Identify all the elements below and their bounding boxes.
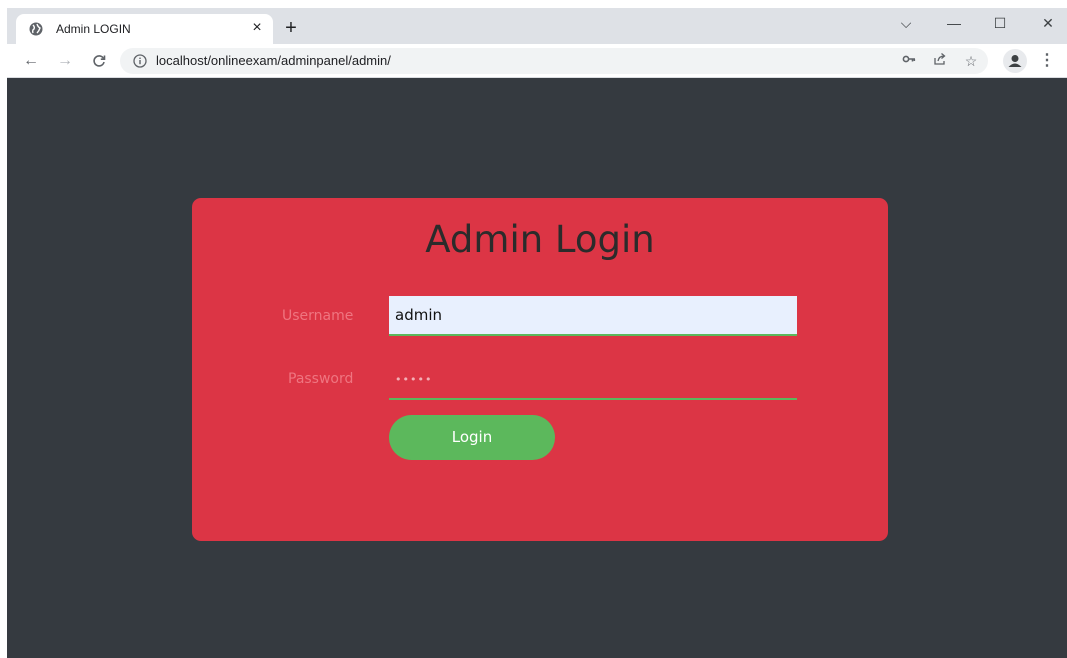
page-title: Admin Login	[425, 218, 655, 261]
page-viewport: Admin Login Username Password ••••• Logi…	[7, 78, 1067, 658]
username-input[interactable]	[389, 296, 797, 336]
password-input[interactable]: •••••	[389, 360, 797, 400]
password-label: Password	[288, 371, 354, 387]
url-host: localhost	[156, 53, 208, 68]
browser-toolbar: ← → localhost/onlineexam/adminpanel/admi…	[7, 44, 1067, 78]
login-button[interactable]: Login	[389, 415, 555, 460]
info-icon[interactable]	[133, 54, 147, 68]
globe-icon	[29, 22, 43, 36]
menu-icon[interactable]: ⋮	[1039, 49, 1055, 73]
browser-tab[interactable]: Admin LOGIN ×	[16, 14, 273, 44]
username-label: Username	[282, 308, 354, 324]
url-path: /onlineexam/adminpanel/admin/	[207, 53, 391, 68]
profile-avatar-icon[interactable]	[1003, 49, 1027, 73]
tab-search-icon[interactable]: ⌵	[891, 11, 921, 35]
window-close-icon[interactable]: ✕	[1033, 11, 1063, 35]
reload-icon[interactable]	[87, 49, 111, 73]
forward-icon[interactable]: →	[53, 49, 77, 73]
login-card: Admin Login Username Password ••••• Logi…	[192, 198, 888, 541]
minimize-icon[interactable]: —	[939, 11, 969, 35]
back-icon[interactable]: ←	[19, 49, 43, 73]
share-icon[interactable]	[931, 52, 949, 70]
tab-strip: Admin LOGIN × + ⌵ — ☐ ✕	[7, 8, 1067, 44]
star-icon[interactable]: ☆	[962, 52, 980, 70]
tab-title: Admin LOGIN	[56, 22, 131, 36]
url-text: localhost/onlineexam/adminpanel/admin/	[156, 53, 391, 68]
new-tab-button[interactable]: +	[279, 17, 303, 41]
maximize-icon[interactable]: ☐	[985, 11, 1015, 35]
tab-close-icon[interactable]: ×	[248, 19, 266, 37]
address-bar[interactable]: localhost/onlineexam/adminpanel/admin/ ☆	[120, 48, 988, 74]
key-icon[interactable]	[900, 52, 918, 70]
